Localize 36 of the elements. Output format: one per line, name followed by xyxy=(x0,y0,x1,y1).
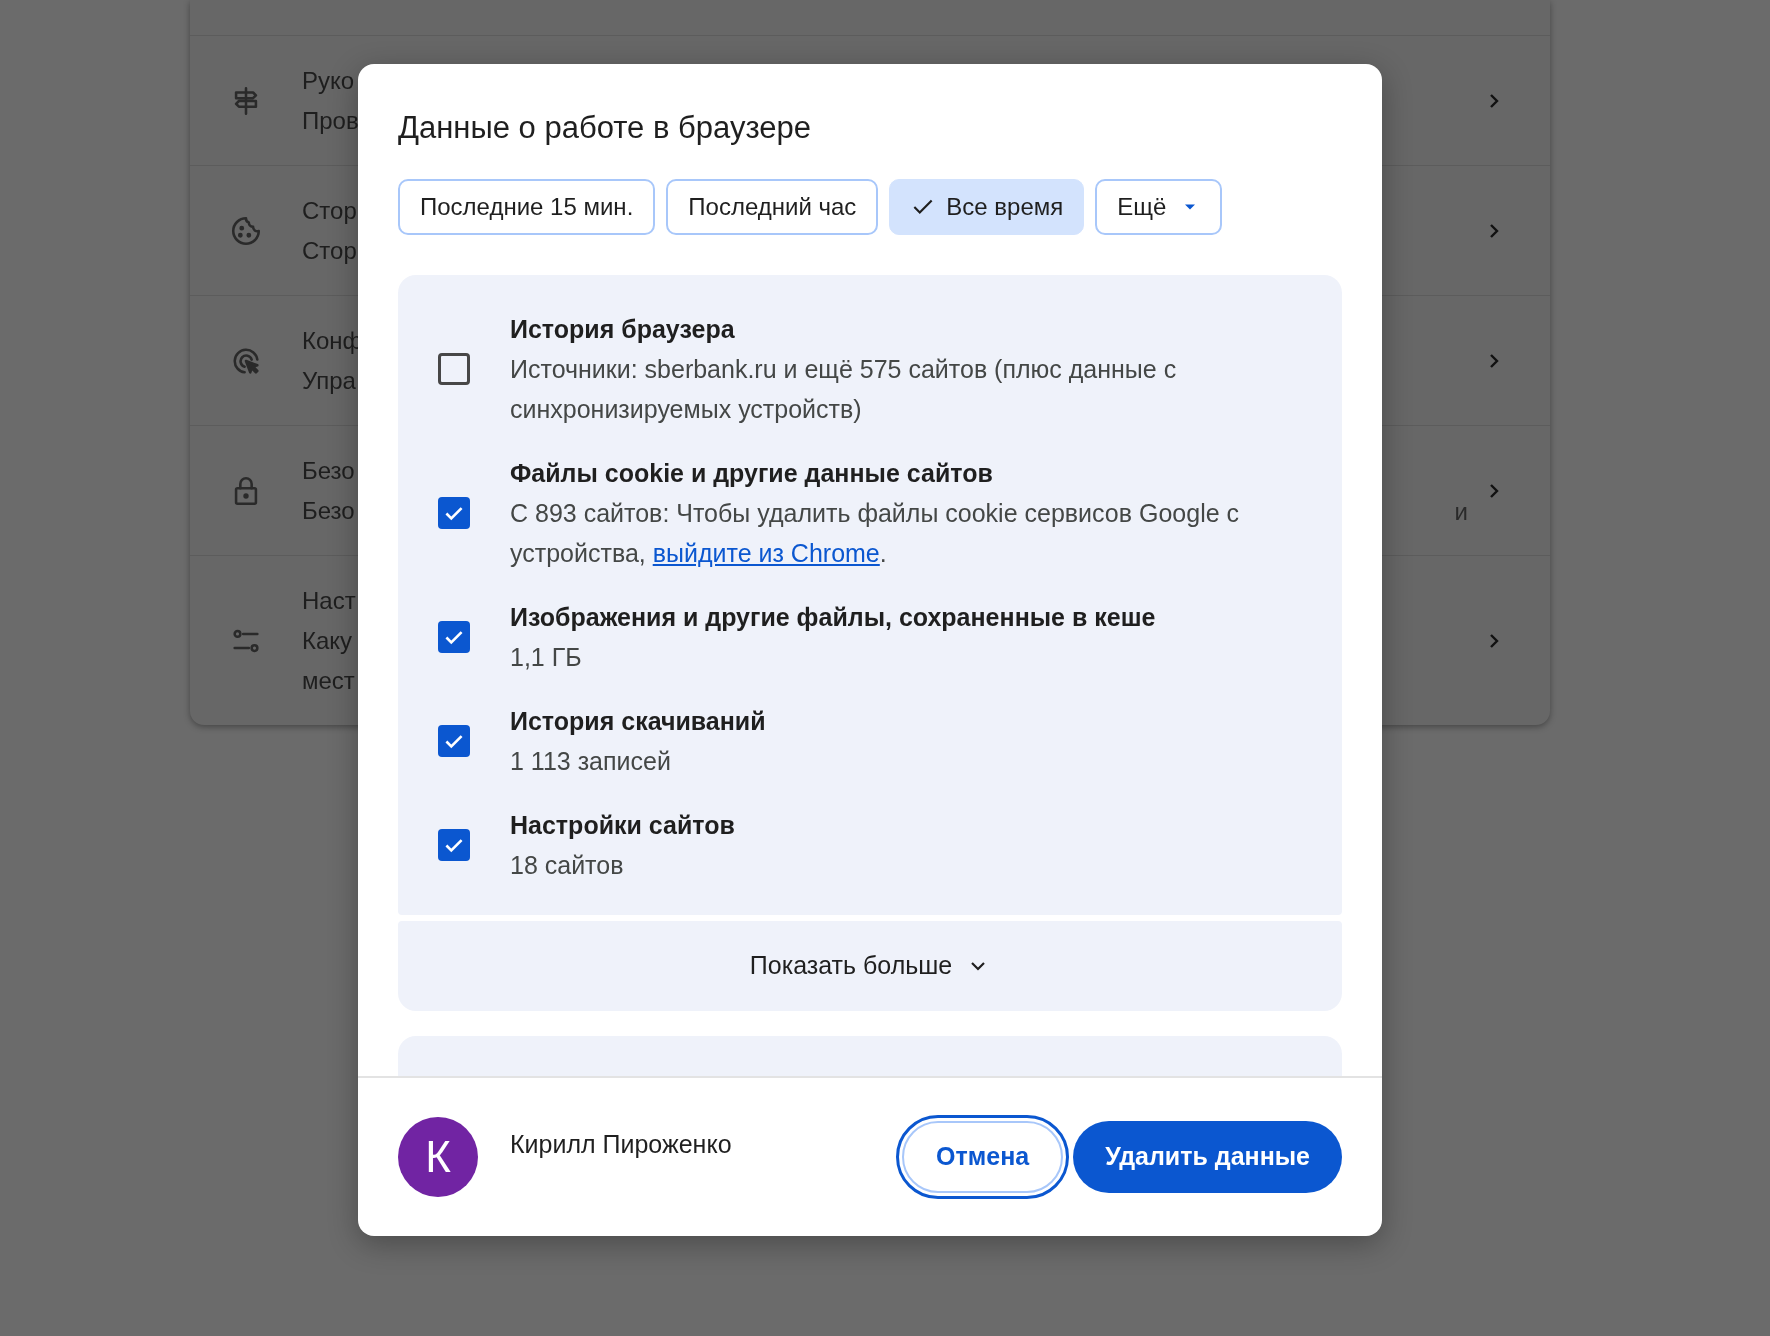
time-range-chip[interactable]: Все время xyxy=(889,179,1085,235)
option-title: Настройки сайтов xyxy=(510,810,736,841)
setting-description: Каку xyxy=(302,625,354,656)
avatar: К xyxy=(398,1117,478,1197)
setting-title: Наст xyxy=(302,585,357,616)
sign-out-link[interactable]: выйдите из Chrome xyxy=(652,539,880,567)
time-range-chip[interactable]: Последние 15 мин. xyxy=(398,179,656,235)
option-description: С 893 сайтов: Чтобы удалить файлы cookie сервисов Google с устройства, выйдите из Chrome. xyxy=(510,498,1241,569)
checkbox[interactable] xyxy=(438,621,470,653)
option-title: История скачиваний xyxy=(510,706,767,737)
option-description: 18 сайтов xyxy=(510,850,625,881)
option-title: Изображения и другие файлы, сохраненные в кеше xyxy=(510,602,1157,633)
delete-data-button[interactable]: Удалить данные xyxy=(1073,1121,1342,1193)
setting-title: Безо xyxy=(302,455,356,486)
time-range-chip[interactable]: Последний час xyxy=(666,179,879,235)
option-title: Файлы cookie и другие данные сайтов xyxy=(510,458,994,489)
setting-description: Безо xyxy=(302,495,356,526)
option-description: 1,1 ГБ xyxy=(510,642,583,673)
setting-description: Стор xyxy=(302,235,358,266)
option-description: Источники: sberbank.ru и ещё 575 сайтов (плюс данные с синхронизируемых устройств) xyxy=(510,354,1178,425)
option-description: 1 113 записей xyxy=(510,746,672,777)
option-title: История браузера xyxy=(510,314,736,345)
more-dropdown[interactable]: Ещё xyxy=(1095,179,1223,235)
setting-description: мест xyxy=(302,665,356,696)
checkbox[interactable] xyxy=(438,829,470,861)
checkbox[interactable] xyxy=(438,497,470,529)
checkbox[interactable] xyxy=(438,725,470,757)
show-more-button[interactable]: Показать больше xyxy=(398,921,1342,1011)
setting-title: Руко xyxy=(302,65,356,96)
checkbox[interactable] xyxy=(438,353,470,385)
dialog-title: Данные о работе в браузере xyxy=(398,109,813,147)
account-name: Кирилл Пироженко xyxy=(510,1129,732,1160)
setting-description: Пров xyxy=(302,105,360,136)
setting-title: Стор xyxy=(302,195,358,226)
setting-description: Упра xyxy=(302,365,357,396)
setting-description: и xyxy=(1454,496,1468,527)
